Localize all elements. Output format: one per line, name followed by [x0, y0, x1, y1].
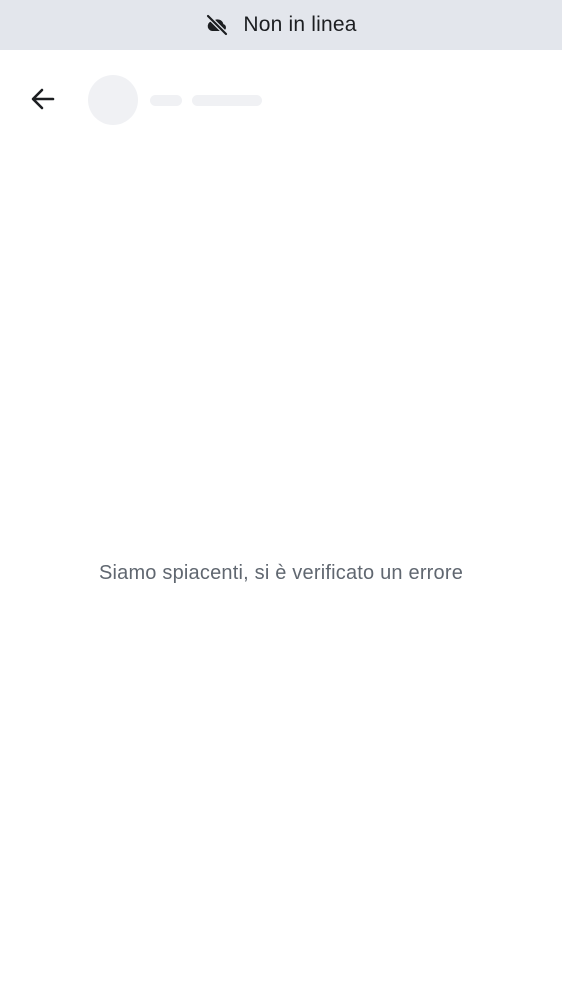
offline-status-text: Non in linea — [243, 13, 357, 36]
back-button[interactable] — [20, 78, 66, 124]
conversation-header — [0, 50, 562, 150]
cloud-off-icon — [205, 13, 229, 37]
offline-banner: Non in linea — [0, 0, 562, 50]
avatar-placeholder — [88, 75, 138, 125]
name-skeleton-short — [150, 95, 182, 106]
error-message: Siamo spiacenti, si è verificato un erro… — [98, 562, 464, 584]
arrow-left-icon — [30, 86, 56, 117]
name-skeleton-long — [192, 95, 262, 106]
